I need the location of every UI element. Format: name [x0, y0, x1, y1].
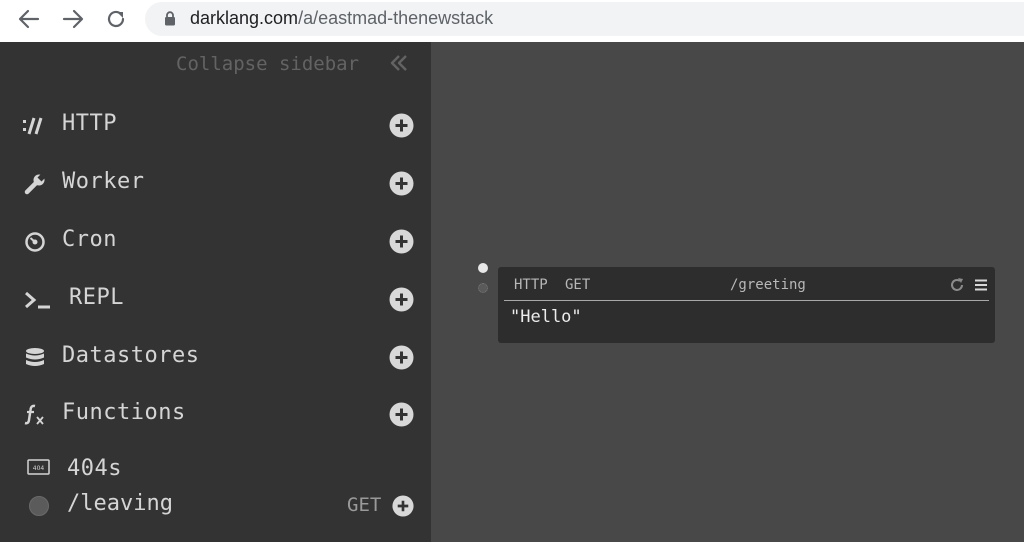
add-repl-icon[interactable]	[389, 287, 414, 312]
arrow-left-icon	[18, 9, 40, 29]
url-path: /a/eastmad-thenewstack	[298, 8, 494, 28]
handler-settings-icon[interactable]	[478, 283, 488, 293]
sidebar-category-repl[interactable]: REPL	[0, 279, 431, 319]
svg-text:404: 404	[33, 465, 45, 472]
sidebar-category-label: REPL	[69, 285, 124, 310]
function-icon	[23, 404, 47, 426]
sidebar-category-label: Datastores	[62, 343, 200, 368]
url-text: darklang.com/a/eastmad-thenewstack	[190, 8, 493, 29]
handler-modifier[interactable]: GET	[565, 277, 590, 293]
404-entry-row[interactable]: /leaving GET	[0, 487, 431, 523]
database-icon	[23, 347, 47, 369]
sidebar-category-404s[interactable]: 404 404s	[0, 452, 431, 492]
back-button[interactable]	[15, 6, 43, 32]
reload-icon	[107, 10, 125, 28]
sidebar-category-cron[interactable]: Cron	[0, 221, 431, 261]
reload-button[interactable]	[102, 6, 130, 32]
handler-body-code[interactable]: "Hello"	[510, 307, 582, 327]
add-cron-icon[interactable]	[389, 229, 414, 254]
sidebar-category-datastores[interactable]: Datastores	[0, 337, 431, 377]
sidebar-category-worker[interactable]: Worker	[0, 163, 431, 203]
http-handler-toplevel[interactable]: HTTP GET /greeting "Hello"	[498, 267, 995, 343]
sidebar-category-label: Functions	[62, 400, 186, 425]
sidebar-category-label: HTTP	[62, 111, 117, 136]
refresh-icon[interactable]	[949, 277, 965, 293]
browser-toolbar: darklang.com/a/eastmad-thenewstack	[0, 0, 1024, 42]
sidebar-category-label: 404s	[67, 456, 122, 481]
menu-icon[interactable]	[974, 278, 988, 292]
cron-icon	[23, 231, 47, 253]
double-chevron-left-icon[interactable]	[390, 54, 408, 72]
terminal-icon	[23, 289, 53, 311]
sidebar-category-label: Worker	[62, 169, 145, 194]
404-icon: 404	[27, 459, 50, 475]
add-worker-icon[interactable]	[389, 171, 414, 196]
add-http-handler-icon[interactable]	[389, 113, 414, 138]
handler-path[interactable]: /greeting	[730, 277, 806, 293]
handler-spec-header: HTTP GET /greeting	[498, 267, 995, 301]
sidebar-category-functions[interactable]: Functions	[0, 394, 431, 434]
add-404-handler-icon[interactable]	[392, 495, 414, 517]
404-entry-dot-icon	[29, 496, 49, 516]
add-function-icon[interactable]	[389, 402, 414, 427]
arrow-right-icon	[62, 9, 84, 29]
sidebar-category-http[interactable]: HTTP	[0, 105, 431, 145]
handler-space[interactable]: HTTP	[514, 277, 548, 293]
handler-divider	[504, 300, 989, 301]
url-host: darklang.com	[190, 8, 299, 28]
404-entry-method: GET	[347, 494, 382, 516]
sidebar-category-label: Cron	[62, 227, 117, 252]
address-bar[interactable]: darklang.com/a/eastmad-thenewstack	[145, 2, 1024, 36]
forward-button[interactable]	[59, 6, 87, 32]
http-icon	[23, 115, 47, 137]
404-entry-path: /leaving	[67, 491, 173, 516]
wrench-icon	[23, 173, 47, 195]
add-datastore-icon[interactable]	[389, 345, 414, 370]
sidebar: Collapse sidebar HTTP Worker Cron REPL D…	[0, 42, 431, 542]
collapse-sidebar-label: Collapse sidebar	[176, 53, 360, 75]
collapse-sidebar-button[interactable]: Collapse sidebar	[176, 52, 359, 76]
handler-status-dot	[478, 263, 488, 273]
lock-icon	[165, 11, 175, 26]
